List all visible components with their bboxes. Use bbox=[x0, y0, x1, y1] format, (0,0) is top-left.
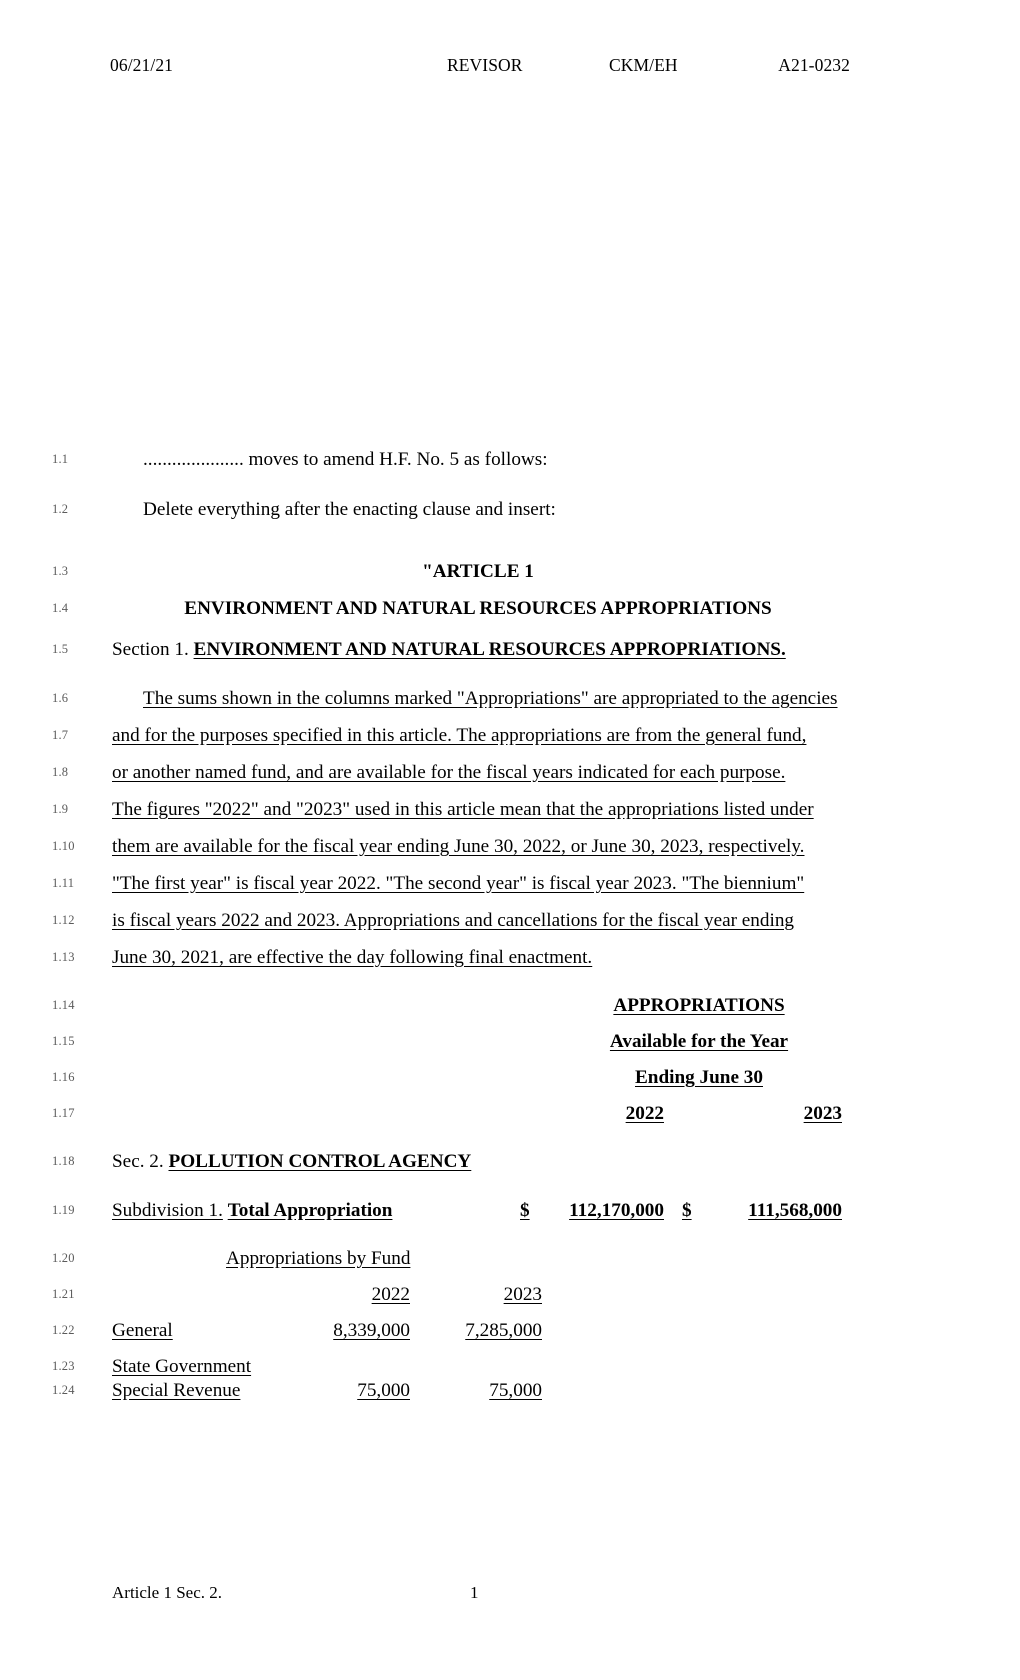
line-1-17: 1.17 2022 2023 bbox=[0, 1102, 1020, 1150]
line-number: 1.9 bbox=[52, 802, 69, 816]
available-for-year-header: Available for the Year bbox=[609, 1031, 789, 1052]
line-number: 1.13 bbox=[52, 950, 75, 964]
footer-page-number: 1 bbox=[470, 1583, 479, 1602]
line-number: 1.1 bbox=[52, 452, 69, 466]
paragraph-text: them are available for the fiscal year e… bbox=[112, 836, 805, 857]
article-subtitle: ENVIRONMENT AND NATURAL RESOURCES APPROP… bbox=[184, 598, 772, 619]
line-1-15: 1.15 Available for the Year bbox=[0, 1030, 1020, 1066]
line-1-19: 1.19 Subdivision 1. Total Appropriation … bbox=[0, 1199, 1020, 1247]
line-1-20: 1.20 Appropriations by Fund bbox=[0, 1247, 1020, 1283]
paragraph-text: June 30, 2021, are effective the day fol… bbox=[112, 947, 593, 968]
line-number: 1.21 bbox=[52, 1287, 75, 1301]
line-number: 1.20 bbox=[52, 1251, 75, 1265]
section-2-heading: POLLUTION CONTROL AGENCY bbox=[168, 1151, 472, 1172]
paragraph-text: The sums shown in the columns marked "Ap… bbox=[143, 688, 838, 709]
document-body: 1.1 ..................... moves to amend… bbox=[0, 448, 1020, 1409]
line-1-4: 1.4 ENVIRONMENT AND NATURAL RESOURCES AP… bbox=[0, 597, 1020, 638]
section-1-label: Section 1. bbox=[112, 639, 189, 660]
section-1-line: Section 1. ENVIRONMENT AND NATURAL RESOU… bbox=[112, 638, 844, 662]
line-number: 1.5 bbox=[52, 642, 69, 656]
total-appropriation-2022: 112,170,000 bbox=[569, 1200, 664, 1221]
line-1-21: 1.21 2022 2023 bbox=[0, 1283, 1020, 1319]
line-1-13: 1.13 June 30, 2021, are effective the da… bbox=[0, 946, 1020, 994]
fund-amount-2023-general: 7,285,000 bbox=[465, 1320, 542, 1341]
line-1-7: 1.7 and for the purposes specified in th… bbox=[0, 724, 1020, 761]
line-number: 1.15 bbox=[52, 1034, 75, 1048]
line-1-14: 1.14 APPROPRIATIONS bbox=[0, 994, 1020, 1030]
section-2-label: Sec. 2. bbox=[112, 1151, 164, 1172]
document-page: 06/21/21 REVISOR CKM/EH A21-0232 1.1 ...… bbox=[0, 0, 1020, 1680]
section-1-heading: ENVIRONMENT AND NATURAL RESOURCES APPROP… bbox=[193, 639, 786, 660]
ending-june-30-header: Ending June 30 bbox=[635, 1067, 763, 1088]
line-number: 1.18 bbox=[52, 1154, 75, 1168]
line-number: 1.11 bbox=[52, 876, 75, 890]
fund-year-header-2023: 2023 bbox=[503, 1284, 542, 1305]
fund-year-header-2022: 2022 bbox=[371, 1284, 410, 1305]
header-revisor: REVISOR bbox=[447, 55, 523, 75]
year-header-2023: 2023 bbox=[803, 1103, 842, 1124]
line-1-9: 1.9 The figures "2022" and "2023" used i… bbox=[0, 798, 1020, 835]
paragraph-text: and for the purposes specified in this a… bbox=[112, 725, 807, 746]
fund-name-sgsr-line1: State Government bbox=[112, 1356, 252, 1377]
line-1-18: 1.18 Sec. 2. POLLUTION CONTROL AGENCY bbox=[0, 1150, 1020, 1199]
fund-amount-2022-sgsr: 75,000 bbox=[357, 1380, 410, 1401]
appropriations-by-fund-title: Appropriations by Fund bbox=[226, 1248, 411, 1269]
line-1-23: 1.23 State Government bbox=[0, 1355, 1020, 1379]
year-header-2022: 2022 bbox=[625, 1103, 664, 1124]
section-2-line: Sec. 2. POLLUTION CONTROL AGENCY bbox=[112, 1150, 844, 1174]
line-number: 1.6 bbox=[52, 691, 69, 705]
document-header: 06/21/21 REVISOR CKM/EH A21-0232 bbox=[110, 55, 910, 77]
paragraph-text: The figures "2022" and "2023" used in th… bbox=[112, 799, 814, 820]
subdivision-1-heading: Total Appropriation bbox=[227, 1200, 393, 1221]
line-number: 1.16 bbox=[52, 1070, 75, 1084]
paragraph-line: The sums shown in the columns marked "Ap… bbox=[112, 687, 844, 711]
line-1-6: 1.6 The sums shown in the columns marked… bbox=[0, 687, 1020, 724]
line-number: 1.8 bbox=[52, 765, 69, 779]
line-1-8: 1.8 or another named fund, and are avail… bbox=[0, 761, 1020, 798]
subdivision-1-label: Subdivision 1. bbox=[112, 1200, 223, 1221]
line-number: 1.12 bbox=[52, 913, 75, 927]
total-appropriation-2023: 111,568,000 bbox=[748, 1200, 842, 1221]
fund-amount-2023-sgsr: 75,000 bbox=[489, 1380, 542, 1401]
line-1-5: 1.5 Section 1. ENVIRONMENT AND NATURAL R… bbox=[0, 638, 1020, 687]
line-number: 1.2 bbox=[52, 502, 69, 516]
line-number: 1.22 bbox=[52, 1323, 75, 1337]
line-1-16: 1.16 Ending June 30 bbox=[0, 1066, 1020, 1102]
line-1-1: 1.1 ..................... moves to amend… bbox=[0, 448, 1020, 498]
dollar-sign-2022: $ bbox=[520, 1200, 530, 1221]
appropriations-header: APPROPRIATIONS bbox=[613, 995, 785, 1016]
line-number: 1.17 bbox=[52, 1106, 75, 1120]
fund-name-sgsr-line2: Special Revenue bbox=[112, 1380, 241, 1401]
line-1-24: 1.24 Special Revenue 75,000 75,000 bbox=[0, 1379, 1020, 1409]
dollar-sign-2023: $ bbox=[682, 1200, 692, 1221]
line-1-2: 1.2 Delete everything after the enacting… bbox=[0, 498, 1020, 560]
paragraph-text: or another named fund, and are available… bbox=[112, 762, 786, 783]
line-number: 1.23 bbox=[52, 1359, 75, 1373]
paragraph-text: is fiscal years 2022 and 2023. Appropria… bbox=[112, 910, 795, 931]
line-1-11: 1.11 "The first year" is fiscal year 202… bbox=[0, 872, 1020, 909]
line-1-3: 1.3 "ARTICLE 1 bbox=[0, 560, 1020, 597]
article-title: "ARTICLE 1 bbox=[422, 561, 534, 582]
delete-insert-text: Delete everything after the enacting cla… bbox=[143, 499, 556, 520]
header-date: 06/21/21 bbox=[110, 55, 174, 75]
paragraph-text: "The first year" is fiscal year 2022. "T… bbox=[112, 873, 805, 894]
fund-amount-2022-general: 8,339,000 bbox=[333, 1320, 410, 1341]
line-number: 1.19 bbox=[52, 1203, 75, 1217]
paragraph-line: June 30, 2021, are effective the day fol… bbox=[112, 946, 844, 970]
footer-article-section: Article 1 Sec. 2. bbox=[112, 1583, 222, 1602]
line-number: 1.10 bbox=[52, 839, 75, 853]
header-initials: CKM/EH bbox=[609, 55, 678, 75]
line-number: 1.7 bbox=[52, 728, 69, 742]
motion-text: ..................... moves to amend H.F… bbox=[143, 449, 548, 470]
fund-name-general: General bbox=[112, 1320, 173, 1341]
line-1-12: 1.12 is fiscal years 2022 and 2023. Appr… bbox=[0, 909, 1020, 946]
header-document-id: A21-0232 bbox=[778, 55, 850, 75]
line-number: 1.24 bbox=[52, 1383, 75, 1397]
line-1-10: 1.10 them are available for the fiscal y… bbox=[0, 835, 1020, 872]
line-number: 1.14 bbox=[52, 998, 75, 1012]
line-1-22: 1.22 General 8,339,000 7,285,000 bbox=[0, 1319, 1020, 1355]
line-number: 1.4 bbox=[52, 601, 69, 615]
document-footer: Article 1 Sec. 2. 1 bbox=[0, 1583, 1020, 1605]
line-number: 1.3 bbox=[52, 564, 69, 578]
